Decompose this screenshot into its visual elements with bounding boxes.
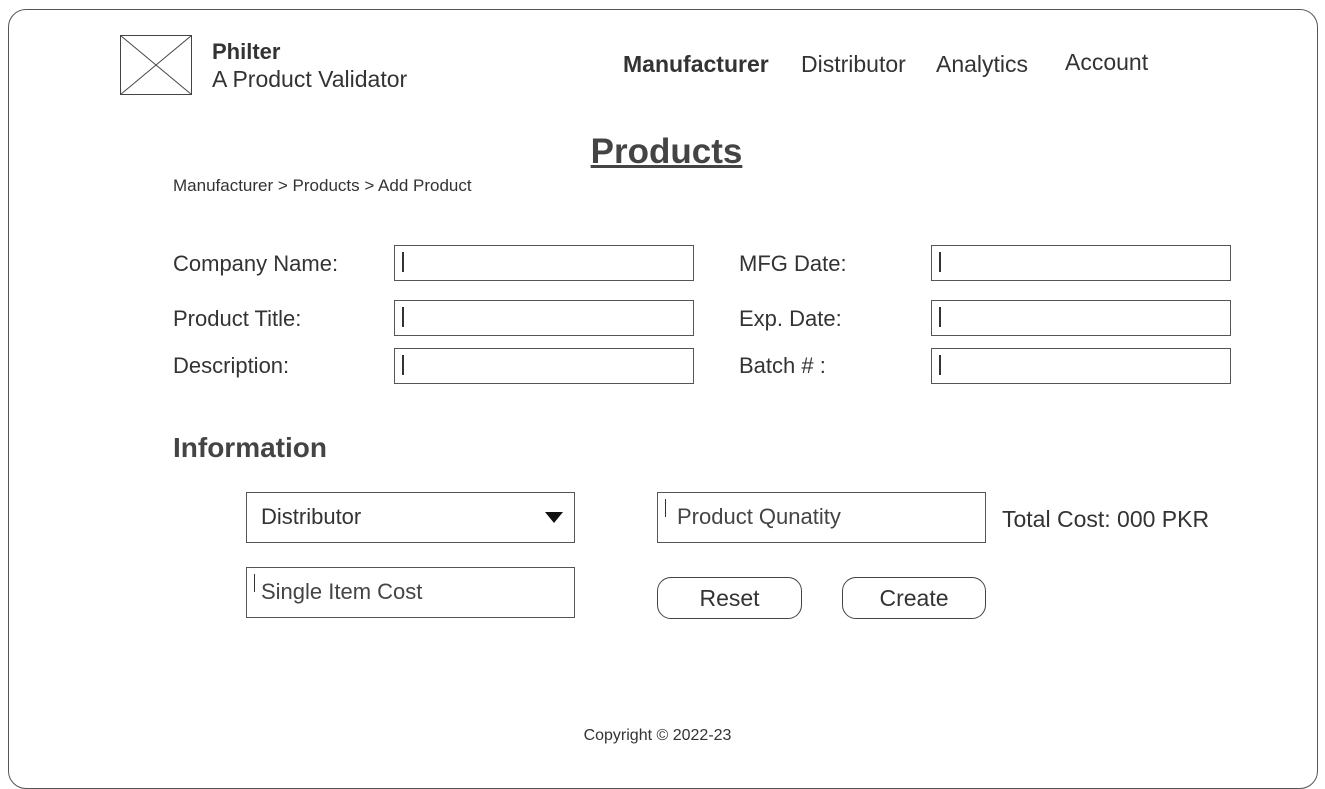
text-caret — [402, 355, 404, 375]
exp-date-label: Exp. Date: — [739, 306, 842, 331]
text-caret — [665, 499, 667, 517]
nav-distributor[interactable]: Distributor — [801, 51, 906, 78]
create-button[interactable]: Create — [842, 577, 986, 619]
company-name-label: Company Name: — [173, 251, 339, 276]
nav-manufacturer[interactable]: Manufacturer — [623, 51, 769, 78]
reset-button[interactable]: Reset — [657, 577, 802, 619]
text-caret — [939, 252, 941, 272]
single-item-cost-input[interactable]: Single Item Cost — [246, 567, 575, 618]
page-title: Products — [590, 132, 743, 171]
brand-name: Philter — [212, 39, 281, 64]
exp-date-field[interactable] — [931, 300, 1231, 336]
nav-analytics[interactable]: Analytics — [936, 51, 1028, 78]
description-field[interactable] — [394, 348, 694, 384]
text-caret — [402, 307, 404, 327]
chevron-down-icon — [545, 512, 563, 523]
description-label: Description: — [173, 353, 290, 378]
distributor-select[interactable]: Distributor — [246, 492, 575, 543]
nav-account[interactable]: Account — [1065, 49, 1148, 76]
copyright-text: Copyright © 2022-23 — [583, 727, 732, 744]
text-caret — [402, 252, 404, 272]
single-item-cost-placeholder: Single Item Cost — [261, 579, 423, 604]
breadcrumb: Manufacturer > Products > Add Product — [173, 176, 472, 195]
text-caret — [939, 307, 941, 327]
text-caret — [254, 574, 256, 592]
batch-label: Batch # : — [739, 353, 826, 378]
product-quantity-input[interactable]: Product Qunatity — [657, 492, 986, 543]
distributor-select-value: Distributor — [261, 504, 362, 529]
mfg-date-field[interactable] — [931, 245, 1231, 281]
total-cost-text: Total Cost: 000 PKR — [1002, 506, 1210, 532]
information-heading: Information — [173, 432, 327, 463]
mfg-date-label: MFG Date: — [739, 251, 847, 276]
product-quantity-placeholder: Product Qunatity — [677, 504, 841, 529]
app-frame — [8, 9, 1318, 789]
image-placeholder-icon — [120, 35, 192, 95]
company-name-field[interactable] — [394, 245, 694, 281]
brand-tagline: A Product Validator — [212, 66, 408, 92]
batch-field[interactable] — [931, 348, 1231, 384]
text-caret — [939, 355, 941, 375]
product-title-field[interactable] — [394, 300, 694, 336]
product-title-label: Product Title: — [173, 306, 302, 331]
